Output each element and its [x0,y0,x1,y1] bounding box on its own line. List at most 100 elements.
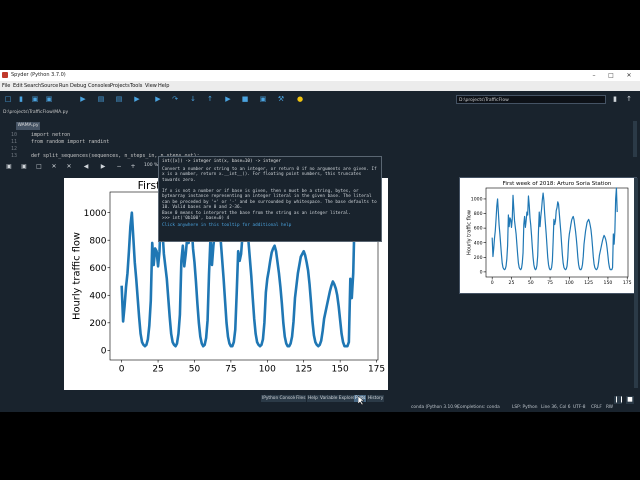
x-tick-label: 0 [119,365,125,375]
x-tick-label: 125 [584,280,593,286]
stop-icon[interactable]: ■ [626,396,634,404]
status-position: Line 36, Col 6 [541,405,571,410]
editor-pane: WAMA.py 10 import netron 11 from random … [0,117,640,160]
open-file-icon[interactable]: ▮ [17,95,25,103]
chart-title: First week of 2018: Arturo Soria Station [503,181,612,187]
browse-folder-icon[interactable]: ▮ [611,95,619,103]
remove-all-plots-icon[interactable]: ✕ [66,164,72,170]
code-line[interactable]: import netron [31,132,70,138]
tooltip-line: x is a number, return x.__int__(). For f… [162,172,362,177]
window-title: Spyder (Python 3.7.0) [11,72,66,78]
debug-icon[interactable]: ▶ [154,95,162,103]
status-env[interactable]: conda (Python 3.10.9) [411,405,459,410]
menu-tools[interactable]: Tools [130,83,142,89]
menu-help[interactable]: Help [158,83,169,89]
tab-files[interactable]: Files [295,395,307,402]
zoom-in-icon[interactable]: + [130,164,136,170]
y-tick-label: 400 [474,240,483,246]
plot-area [485,187,629,278]
main-toolbar: □ ▮ ▣ ▣ ▶ ▤ ▤ ▶ ▶ ↷ ↓ ↑ ▶ ■ ▣ ⚒ ● D:\pro… [0,91,640,108]
next-plot-icon[interactable]: ▶ [100,164,106,170]
working-directory-input[interactable]: D:\projects\TrafficFlow [456,95,606,104]
menu-file[interactable]: File [2,83,10,89]
tooltip-line: bytearray instance representing an integ… [162,194,372,199]
run-icon[interactable]: ▶ [79,95,87,103]
y-tick-label: 600 [474,226,483,232]
menu-projects[interactable]: Projects [110,83,130,89]
x-tick-label: 100 [565,280,574,286]
x-tick-label: 25 [152,365,163,375]
line-number: 10 [11,132,18,138]
tab-history[interactable]: History [367,395,385,402]
save-plot-icon[interactable]: ▣ [6,164,12,170]
python-path-icon[interactable]: ● [296,95,304,103]
step-icon[interactable]: ↷ [171,95,179,103]
run-cell-icon[interactable]: ▤ [97,95,105,103]
line-number: 12 [11,146,18,152]
y-axis-label: Hourly traffic flow [466,210,472,255]
menu-source[interactable]: Source [41,83,58,89]
y-axis-label: Hourly traffic flow [71,232,82,320]
x-tick-label: 75 [547,280,553,286]
plot-thumbnail[interactable]: 0 25 50 75 100 125 150 175 0 200 400 600 800 1000 Hour… [459,177,637,294]
save-all-icon[interactable]: ▣ [45,95,53,103]
preferences-icon[interactable]: ⚒ [277,95,285,103]
step-into-icon[interactable]: ↓ [189,95,197,103]
x-tick-label: 75 [225,365,236,375]
tooltip-help-link[interactable]: Click anywhere in this tooltip for addit… [162,223,378,229]
status-eol: CRLF [591,405,602,410]
parent-directory-icon[interactable]: ↑ [625,95,633,103]
menu-view[interactable]: View [145,83,157,89]
menu-bar: File Edit Search Source Run Debug Consol… [0,81,640,91]
stop-debug-icon[interactable]: ■ [241,95,249,103]
status-bar: conda (Python 3.10.9) Completions: conda… [0,404,640,412]
mouse-cursor-icon [358,396,365,406]
menu-run[interactable]: Run [59,83,69,89]
thumbnail-line-chart: 0 25 50 75 100 125 150 175 0 200 400 600 800 1000 Hour… [466,181,631,286]
copy-plot-icon[interactable]: □ [36,164,42,170]
save-icon[interactable]: ▣ [31,95,39,103]
tab-variable-explorer[interactable]: Variable Explorer [319,395,358,402]
x-tick-label: 150 [332,365,349,375]
status-lsp[interactable]: LSP: Python [512,405,537,410]
step-return-icon[interactable]: ↑ [206,95,214,103]
code-line[interactable]: from random import randint [31,139,109,145]
help-tooltip[interactable]: int([x]) -> integer int(x, base=10) -> i… [158,156,382,242]
status-completions[interactable]: Completions: conda [457,405,500,410]
thumbnail-scrollbar[interactable] [634,178,638,388]
y-tick-label: 400 [89,291,106,301]
save-all-plots-icon[interactable]: ▣ [21,164,27,170]
tab-ipython-console[interactable]: IPython Console [261,395,298,402]
x-tick-label: 100 [259,365,276,375]
run-selection-icon[interactable]: ▶ [133,95,141,103]
new-file-icon[interactable]: □ [4,95,12,103]
run-cell-advance-icon[interactable]: ▤ [115,95,123,103]
y-tick-label: 200 [474,255,483,261]
zoom-out-icon[interactable]: − [116,164,122,170]
close-icon[interactable]: ✕ [621,71,637,80]
menu-debug[interactable]: Debug [70,83,86,89]
maximize-pane-icon[interactable]: ▣ [259,95,267,103]
minimize-icon[interactable]: – [586,71,602,80]
x-tick-label: 50 [528,280,534,286]
x-tick-label: 125 [295,365,312,375]
tab-help[interactable]: Help [307,395,319,402]
y-tick-label: 200 [89,319,106,329]
pane-tabs-bar: IPython Console Files Help Variable Expl… [0,394,640,404]
menu-consoles[interactable]: Consoles [88,83,110,89]
continue-icon[interactable]: ▶ [224,95,232,103]
maximize-icon[interactable]: □ [603,71,619,80]
y-tick-label: 800 [474,211,483,217]
x-tick-label: 0 [491,280,494,286]
menu-search[interactable]: Search [24,83,41,89]
menu-edit[interactable]: Edit [13,83,23,89]
editor-tab[interactable]: WAMA.py [16,122,40,130]
status-rw: RW [606,405,614,410]
zoom-level: 100 % [144,163,159,168]
editor-scrollbar[interactable] [633,121,637,157]
x-tick-label: 50 [189,365,201,375]
pause-icon[interactable]: ❙❙ [614,396,624,404]
remove-plot-icon[interactable]: ✕ [51,164,57,170]
x-tick-label: 150 [604,280,613,286]
previous-plot-icon[interactable]: ◀ [83,164,89,170]
